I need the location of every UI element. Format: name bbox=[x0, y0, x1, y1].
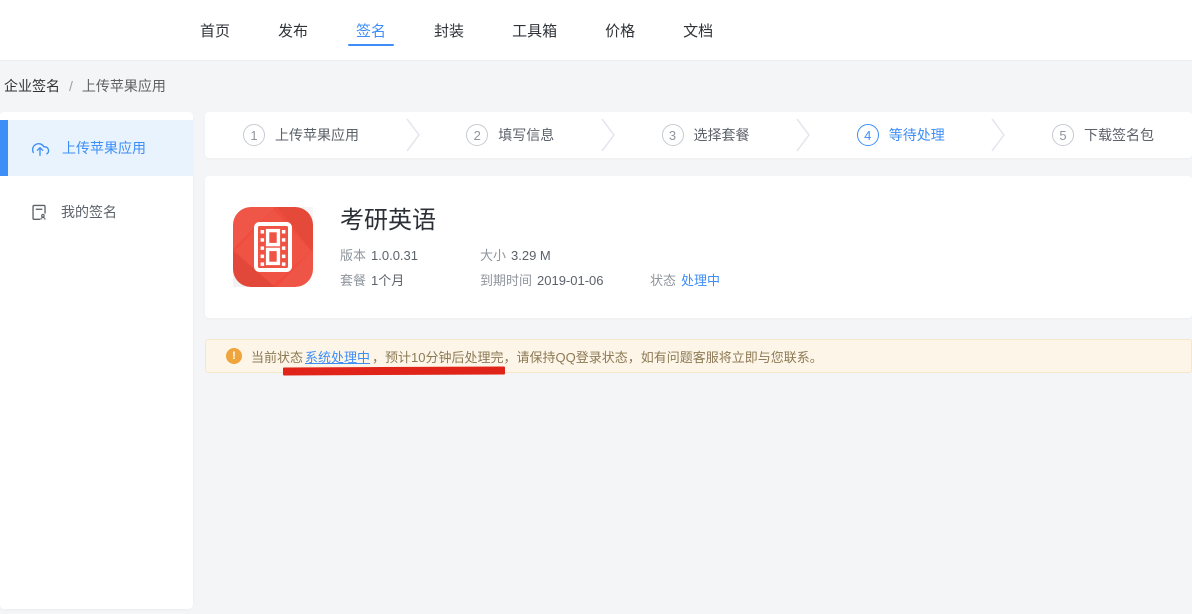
field-value: 3.29 M bbox=[511, 248, 551, 263]
sidebar: 上传苹果应用 我的签名 bbox=[0, 112, 193, 609]
film-app-icon bbox=[233, 207, 313, 287]
step-4-waiting-process: 4 等待处理 bbox=[857, 124, 945, 146]
sidebar-item-upload-apple-app[interactable]: 上传苹果应用 bbox=[0, 120, 193, 176]
nav-item-home[interactable]: 首页 bbox=[200, 0, 230, 60]
step-3-choose-plan: 3 选择套餐 bbox=[662, 124, 750, 146]
breadcrumb: 企业签名 / 上传苹果应用 bbox=[0, 61, 166, 111]
nav-label: 文档 bbox=[683, 20, 713, 41]
chevron-right-icon bbox=[406, 118, 420, 152]
step-1-upload-app: 1 上传苹果应用 bbox=[243, 124, 359, 146]
step-label: 等待处理 bbox=[889, 125, 945, 145]
field-label: 套餐 bbox=[340, 273, 366, 288]
nav-label: 发布 bbox=[278, 20, 308, 41]
nav-label: 价格 bbox=[605, 20, 635, 41]
chevron-right-icon bbox=[796, 118, 810, 152]
step-label: 选择套餐 bbox=[694, 125, 750, 145]
nav-label: 封装 bbox=[434, 20, 464, 41]
signature-doc-icon bbox=[30, 203, 49, 222]
chevron-right-icon bbox=[991, 118, 1005, 152]
field-label: 版本 bbox=[340, 248, 366, 263]
step-number: 1 bbox=[243, 124, 265, 146]
nav-item-price[interactable]: 价格 bbox=[605, 0, 635, 60]
nav-item-publish[interactable]: 发布 bbox=[278, 0, 308, 60]
warning-icon: ! bbox=[226, 348, 242, 364]
nav-item-docs[interactable]: 文档 bbox=[683, 0, 713, 60]
status-badge: 处理中 bbox=[681, 273, 720, 288]
nav-label: 签名 bbox=[356, 20, 386, 41]
step-5-download-package: 5 下载签名包 bbox=[1052, 124, 1154, 146]
step-label: 上传苹果应用 bbox=[275, 125, 359, 145]
field-label: 大小 bbox=[480, 248, 506, 263]
main-content: 1 上传苹果应用 2 填写信息 3 选择套餐 4 等待处理 5 下载签名包 bbox=[205, 112, 1192, 373]
step-number: 3 bbox=[662, 124, 684, 146]
alert-prefix-text: 当前状态 bbox=[251, 347, 303, 366]
step-label: 填写信息 bbox=[498, 125, 554, 145]
field-value: 2019-01-06 bbox=[537, 273, 604, 288]
field-label: 状态 bbox=[650, 273, 676, 288]
breadcrumb-item-upload-app: 上传苹果应用 bbox=[82, 76, 166, 96]
page: 首页 发布 签名 封装 工具箱 价格 文档 企业签名 / 上传苹果应用 上传苹果… bbox=[0, 0, 1192, 614]
field-expire-date: 到期时间 2019-01-06 bbox=[480, 272, 650, 290]
nav-item-toolbox[interactable]: 工具箱 bbox=[512, 0, 557, 60]
nav-label: 工具箱 bbox=[512, 20, 557, 41]
step-label: 下载签名包 bbox=[1084, 125, 1154, 145]
field-plan: 套餐 1个月 bbox=[340, 272, 480, 290]
system-processing-link[interactable]: 系统处理中 bbox=[305, 347, 370, 366]
field-size: 大小 3.29 M bbox=[480, 247, 650, 265]
alert-suffix-text: ，预计10分钟后处理完，请保持QQ登录状态，如有问题客服将立即与您联系。 bbox=[372, 347, 823, 366]
steps-wizard: 1 上传苹果应用 2 填写信息 3 选择套餐 4 等待处理 5 下载签名包 bbox=[205, 112, 1192, 158]
sidebar-item-label: 上传苹果应用 bbox=[62, 138, 146, 158]
field-value: 1.0.0.31 bbox=[371, 248, 418, 263]
step-number: 2 bbox=[466, 124, 488, 146]
breadcrumb-separator: / bbox=[69, 78, 73, 94]
app-info: 考研英语 版本 1.0.0.31 大小 3.29 M 套餐 1个月 到期时间 2019-… bbox=[340, 207, 720, 318]
breadcrumb-item-enterprise-sign[interactable]: 企业签名 bbox=[4, 76, 60, 96]
field-status: 状态处理中 bbox=[650, 272, 720, 290]
sidebar-item-label: 我的签名 bbox=[61, 202, 117, 222]
field-value: 1个月 bbox=[371, 273, 404, 288]
step-number: 4 bbox=[857, 124, 879, 146]
nav-item-signature[interactable]: 签名 bbox=[356, 0, 386, 60]
cloud-upload-icon bbox=[30, 139, 50, 158]
app-fields: 版本 1.0.0.31 大小 3.29 M 套餐 1个月 到期时间 2019-01-06… bbox=[340, 247, 720, 290]
app-card: 考研英语 版本 1.0.0.31 大小 3.29 M 套餐 1个月 到期时间 2019-… bbox=[205, 176, 1192, 318]
nav-label: 首页 bbox=[200, 20, 230, 41]
top-nav-bar: 首页 发布 签名 封装 工具箱 价格 文档 bbox=[0, 0, 1192, 61]
step-number: 5 bbox=[1052, 124, 1074, 146]
field-label: 到期时间 bbox=[480, 273, 532, 288]
nav-item-package[interactable]: 封装 bbox=[434, 0, 464, 60]
red-underline-annotation bbox=[283, 367, 505, 376]
sidebar-item-my-signatures[interactable]: 我的签名 bbox=[0, 184, 193, 240]
field-version: 版本 1.0.0.31 bbox=[340, 247, 480, 265]
chevron-right-icon bbox=[601, 118, 615, 152]
step-2-fill-info: 2 填写信息 bbox=[466, 124, 554, 146]
app-title: 考研英语 bbox=[340, 207, 720, 235]
